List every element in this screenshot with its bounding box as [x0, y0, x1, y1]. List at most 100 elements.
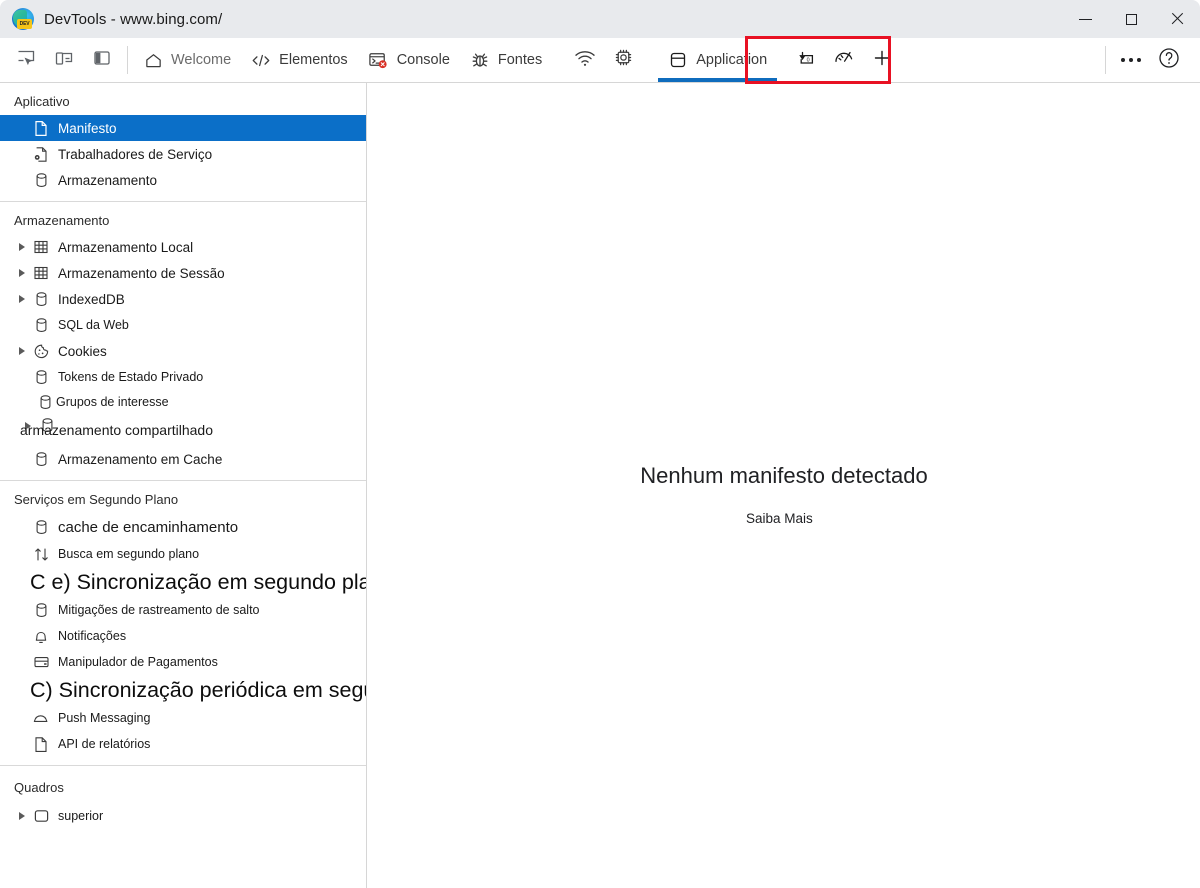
- sidebar-item-label: Manifesto: [58, 120, 117, 136]
- sidebar-item-notificacoes[interactable]: Notificações: [0, 623, 366, 649]
- tab-console[interactable]: Console: [358, 38, 460, 82]
- database-icon: [30, 291, 52, 308]
- minimize-button[interactable]: [1062, 0, 1108, 38]
- sidebar-group-title: Serviços em Segundo Plano: [14, 492, 179, 507]
- inspect-element-button[interactable]: [9, 43, 43, 77]
- cloud-icon: [30, 711, 52, 725]
- sidebar-item-armazenamento-local[interactable]: Armazenamento Local: [0, 234, 366, 260]
- performance-meter-icon: [832, 47, 856, 74]
- sidebar-item-cache-de-encaminhamento[interactable]: cache de encaminhamento: [0, 513, 366, 541]
- sidebar-group-quadros: Quadros superior: [0, 766, 366, 839]
- sidebar-item-superior[interactable]: superior: [0, 801, 366, 831]
- network-icon: [573, 47, 597, 74]
- dock-side-icon: [92, 48, 112, 73]
- sidebar-item-label: Notificações: [58, 629, 127, 643]
- memory-inspector-icon: 0: [794, 47, 818, 74]
- sidebar-item-label: SQL da Web: [58, 318, 129, 332]
- sidebar-item-armazenamento[interactable]: Armazenamento: [0, 167, 366, 193]
- inspect-element-icon: [16, 48, 36, 73]
- help-button[interactable]: [1152, 43, 1186, 77]
- expand-arrow-icon[interactable]: [14, 269, 30, 277]
- sidebar-item-tokens-de-estado-privado[interactable]: Tokens de Estado Privado: [0, 364, 366, 390]
- sidebar-item-sql-da-web[interactable]: SQL da Web: [0, 312, 366, 338]
- tab-performance[interactable]: [606, 43, 640, 77]
- tab-welcome[interactable]: Welcome: [134, 38, 241, 82]
- device-emulation-button[interactable]: [47, 43, 81, 77]
- close-button[interactable]: [1154, 0, 1200, 38]
- sidebar-item-api-de-relatorios[interactable]: API de relatórios: [0, 731, 366, 757]
- sidebar-item-label: armazenamento compartilhado: [20, 422, 213, 438]
- sidebar-item-label: Armazenamento de Sessão: [58, 265, 225, 281]
- table-grid-icon: [30, 265, 52, 281]
- sidebar-item-label: superior: [58, 809, 104, 823]
- tab-performance-meter[interactable]: [827, 43, 861, 77]
- add-tab-button[interactable]: [865, 43, 899, 77]
- window-controls: [1062, 0, 1200, 38]
- sidebar-item-cookies[interactable]: Cookies: [0, 338, 366, 364]
- dev-badge: DEV: [17, 19, 32, 29]
- sidebar-item-label: Push Messaging: [58, 711, 151, 725]
- sidebar-group-title: Armazenamento: [14, 213, 110, 228]
- sidebar-item-sincronizacao-em-segundo-plano[interactable]: C e) Sincronização em segundo plano: [0, 567, 366, 597]
- empty-state-title: Nenhum manifesto detectado: [640, 463, 928, 488]
- more-options-button[interactable]: [1114, 43, 1148, 77]
- edge-dev-logo-icon: DEV: [12, 8, 34, 30]
- window-title: DevTools - www.bing.com/: [44, 10, 223, 28]
- expand-arrow-icon[interactable]: [14, 812, 30, 820]
- service-worker-icon: [30, 146, 52, 163]
- sidebar-item-label: IndexedDB: [58, 291, 125, 307]
- database-icon: [34, 394, 56, 411]
- minimize-icon: [1078, 18, 1092, 20]
- sidebar-item-indexeddb[interactable]: IndexedDB: [0, 286, 366, 312]
- toolbar-divider: [127, 46, 128, 74]
- application-sidebar[interactable]: Aplicativo Manifesto Trabalhadores de Se…: [0, 83, 367, 888]
- sidebar-item-armazenamento-de-sessao[interactable]: Armazenamento de Sessão: [0, 260, 366, 286]
- sidebar-item-label: Cookies: [58, 343, 107, 359]
- database-icon: [30, 451, 52, 468]
- expand-arrow-icon[interactable]: [14, 295, 30, 303]
- database-icon: [30, 172, 52, 189]
- tab-fontes[interactable]: Fontes: [460, 38, 552, 82]
- home-icon: [144, 51, 163, 70]
- maximize-icon: [1125, 13, 1137, 25]
- sidebar-item-grupos-de-interesse[interactable]: Grupos de interesse: [0, 390, 366, 414]
- sidebar-item-sincronizacao-periodica-em-segundo-plano[interactable]: C) Sincronização periódica em segundo pl…: [0, 675, 366, 705]
- help-icon: [1157, 46, 1181, 75]
- sidebar-item-armazenamento-compartilhado[interactable]: armazenamento compartilhado: [0, 414, 366, 438]
- sidebar-item-label: C) Sincronização periódica em segundo pl…: [30, 677, 366, 702]
- sidebar-item-push-messaging[interactable]: Push Messaging: [0, 705, 366, 731]
- sidebar-item-manipulador-de-pagamentos[interactable]: Manipulador de Pagamentos: [0, 649, 366, 675]
- sidebar-item-label: Grupos de interesse: [56, 395, 169, 409]
- table-grid-icon: [30, 239, 52, 255]
- toolbar-right-group: [1099, 38, 1200, 83]
- sidebar-group-armazenamento: Armazenamento Armazenamento Local Armaze…: [0, 202, 366, 481]
- payment-card-icon: [30, 654, 52, 670]
- tab-elementos[interactable]: Elementos: [241, 38, 358, 82]
- maximize-button[interactable]: [1108, 0, 1154, 38]
- tab-application[interactable]: Application: [658, 38, 778, 82]
- dock-side-button[interactable]: [85, 43, 119, 77]
- sidebar-item-label: Armazenamento Local: [58, 239, 194, 255]
- sidebar-group-title: Quadros: [14, 780, 64, 795]
- sidebar-item-armazenamento-em-cache[interactable]: Armazenamento em Cache: [0, 446, 366, 472]
- sidebar-item-trabalhadores-de-servico[interactable]: Trabalhadores de Serviço: [0, 141, 366, 167]
- sidebar-item-label: Tokens de Estado Privado: [58, 370, 204, 384]
- sidebar-item-label: API de relatórios: [58, 737, 151, 751]
- expand-arrow-icon[interactable]: [14, 347, 30, 355]
- manifest-panel: Nenhum manifesto detectado Saiba Mais: [368, 83, 1200, 888]
- tab-memory-inspector[interactable]: 0: [789, 43, 823, 77]
- tab-console-label: Console: [396, 52, 450, 68]
- sidebar-item-manifesto[interactable]: Manifesto: [0, 115, 366, 141]
- sidebar-item-label: Armazenamento: [58, 172, 158, 188]
- title-bar: DEV DevTools - www.bing.com/: [0, 0, 1200, 38]
- sidebar-item-busca-em-segundo-plano[interactable]: Busca em segundo plano: [0, 541, 366, 567]
- expand-arrow-icon[interactable]: [14, 243, 30, 251]
- document-icon: [30, 736, 52, 753]
- sidebar-item-mitigacoes-de-rastreamento-de-salto[interactable]: Mitigações de rastreamento de salto: [0, 597, 366, 623]
- learn-more-link[interactable]: Saiba Mais: [746, 511, 813, 526]
- sidebar-item-label: Armazenamento em Cache: [58, 451, 223, 467]
- up-down-arrows-icon: [30, 546, 52, 563]
- tab-application-label: Application: [696, 52, 768, 68]
- tab-network[interactable]: [568, 43, 602, 77]
- sidebar-group-servicos-em-segundo-plano: Serviços em Segundo Plano cache de encam…: [0, 481, 366, 766]
